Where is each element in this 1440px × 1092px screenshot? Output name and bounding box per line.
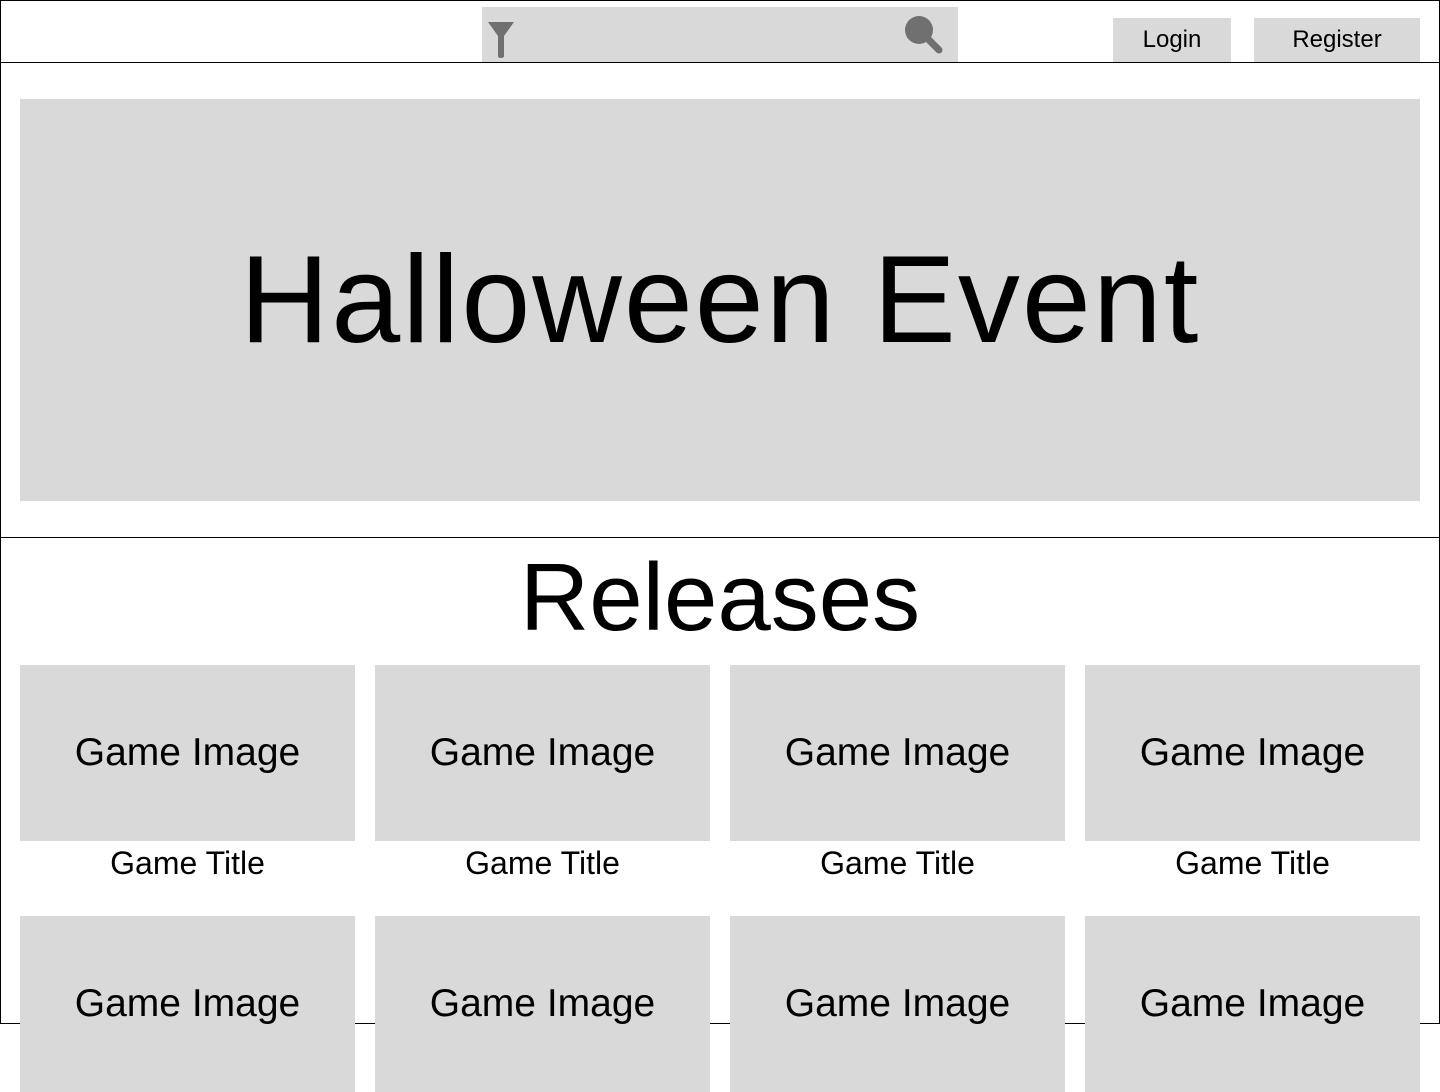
game-card[interactable]: Game Image Game Title [20,665,355,881]
game-card[interactable]: Game Image Game Title [375,665,710,881]
game-image[interactable]: Game Image [20,916,355,1092]
game-card[interactable]: Game Image [1085,916,1420,1092]
search-input[interactable] [522,15,896,57]
game-title[interactable]: Game Title [375,845,710,881]
game-image[interactable]: Game Image [730,665,1065,841]
game-image[interactable]: Game Image [20,665,355,841]
game-image[interactable]: Game Image [1085,665,1420,841]
game-title[interactable]: Game Title [1085,845,1420,881]
game-image[interactable]: Game Image [375,916,710,1092]
game-card[interactable]: Game Image Game Title [1085,665,1420,881]
game-card[interactable]: Game Image Game Title [730,665,1065,881]
header: Login Register [0,0,1440,63]
game-title[interactable]: Game Title [730,845,1065,881]
search-icon[interactable] [902,13,946,57]
game-image[interactable]: Game Image [1085,916,1420,1092]
filter-icon[interactable] [486,20,516,60]
register-button[interactable]: Register [1254,18,1420,62]
search-bar[interactable] [482,7,958,62]
game-card[interactable]: Game Image [730,916,1065,1092]
login-button[interactable]: Login [1113,18,1231,62]
hero-banner[interactable]: Halloween Event [20,99,1420,501]
game-card[interactable]: Game Image [375,916,710,1092]
hero-title: Halloween Event [239,231,1201,369]
releases-heading: Releases [519,544,921,651]
game-card[interactable]: Game Image [20,916,355,1092]
hero-section: Halloween Event [0,63,1440,538]
game-title[interactable]: Game Title [20,845,355,881]
game-image[interactable]: Game Image [730,916,1065,1092]
game-image[interactable]: Game Image [375,665,710,841]
